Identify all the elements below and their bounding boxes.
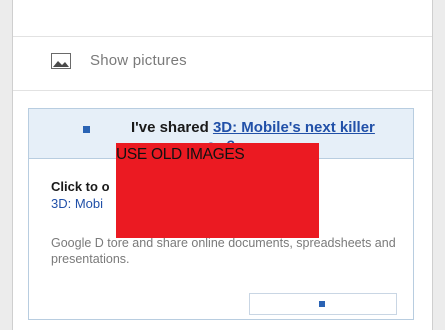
show-pictures-label: Show pictures [90, 52, 187, 69]
overlay-label: USE OLD IMAGES [116, 146, 245, 163]
divider [13, 90, 432, 91]
share-title: I've shared 3D: Mobile's next killer [131, 119, 375, 136]
image-icon [51, 52, 71, 69]
document-link[interactable]: 3D: Mobi [51, 196, 103, 211]
google-docs-description: Google D tore and share online documents… [51, 236, 396, 266]
doc-icon [319, 301, 325, 307]
divider [13, 36, 432, 37]
share-title-prefix: I've shared [131, 119, 213, 136]
doc-icon [83, 126, 90, 133]
click-to-open-text: Click to o [51, 179, 110, 194]
share-title-link[interactable]: 3D: Mobile's next killer [213, 119, 375, 136]
open-document-button[interactable] [249, 293, 397, 315]
show-pictures-button[interactable]: Show pictures [51, 52, 187, 69]
